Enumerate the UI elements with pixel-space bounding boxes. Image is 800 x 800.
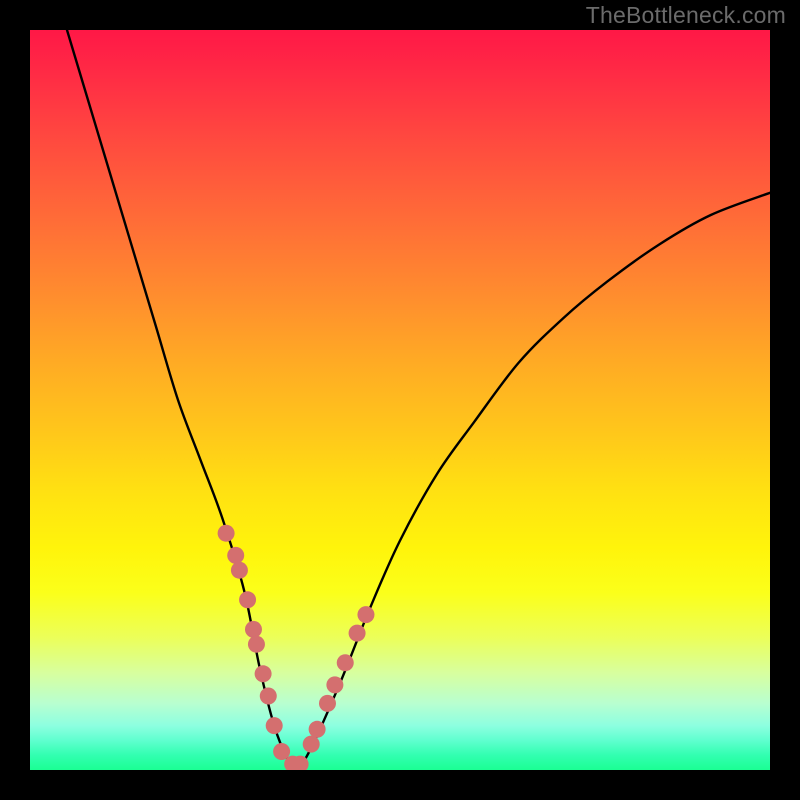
highlight-dot xyxy=(245,621,262,638)
curve-layer xyxy=(30,30,770,770)
highlight-dot xyxy=(231,562,248,579)
plot-area xyxy=(30,30,770,770)
highlight-dot xyxy=(326,676,343,693)
highlight-dot xyxy=(266,717,283,734)
highlight-dot xyxy=(337,654,354,671)
highlight-dot xyxy=(239,591,256,608)
highlight-dot xyxy=(357,606,374,623)
highlight-dot xyxy=(349,625,366,642)
highlight-dot xyxy=(227,547,244,564)
highlight-dot xyxy=(303,736,320,753)
bottleneck-curve xyxy=(67,30,770,770)
chart-frame: TheBottleneck.com xyxy=(0,0,800,800)
highlight-dot xyxy=(255,665,272,682)
highlight-dot xyxy=(309,721,326,738)
highlight-dot xyxy=(260,688,277,705)
highlight-dot xyxy=(218,525,235,542)
highlight-dot xyxy=(248,636,265,653)
highlight-dots xyxy=(218,525,375,770)
watermark-text: TheBottleneck.com xyxy=(586,2,786,29)
highlight-dot xyxy=(319,695,336,712)
